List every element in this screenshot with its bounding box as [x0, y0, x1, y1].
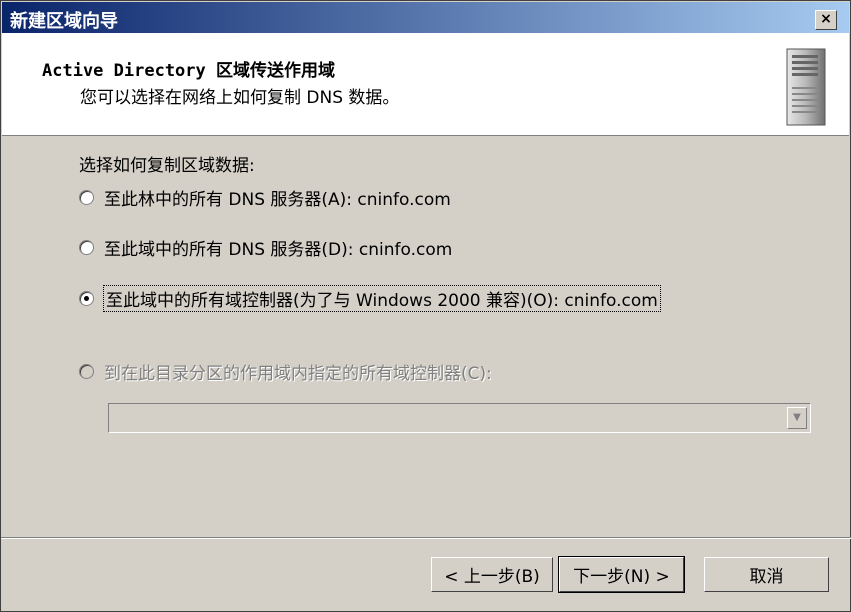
- option-domain-dns[interactable]: 至此域中的所有 DNS 服务器(D): cninfo.com: [79, 235, 452, 260]
- option-label: 至此林中的所有 DNS 服务器(A): cninfo.com: [104, 190, 451, 210]
- header-panel: Active Directory 区域传送作用域 您可以选择在网络上如何复制 D…: [2, 33, 849, 136]
- option-domain-controllers-w2k[interactable]: 至此域中的所有域控制器(为了与 Windows 2000 兼容)(O): cni…: [79, 285, 661, 312]
- option-label: 到在此目录分区的作用域内指定的所有域控制器(C):: [104, 364, 492, 384]
- page-subtitle: 您可以选择在网络上如何复制 DNS 数据。: [80, 88, 400, 108]
- radio-button-selected[interactable]: [79, 291, 94, 306]
- window-title: 新建区域向导: [10, 11, 118, 32]
- cancel-button[interactable]: 取消: [704, 557, 829, 592]
- option-directory-partition: 到在此目录分区的作用域内指定的所有域控制器(C):: [79, 359, 492, 384]
- option-label: 至此域中的所有 DNS 服务器(D): cninfo.com: [104, 240, 453, 260]
- partition-dropdown: ▼: [108, 403, 811, 433]
- replication-prompt: 选择如何复制区域数据:: [79, 156, 255, 176]
- page-title: Active Directory 区域传送作用域: [42, 61, 335, 81]
- back-button[interactable]: < 上一步(B): [431, 557, 553, 592]
- close-button[interactable]: ×: [815, 10, 837, 30]
- option-forest-dns[interactable]: 至此林中的所有 DNS 服务器(A): cninfo.com: [79, 185, 451, 210]
- server-icon: [786, 48, 826, 126]
- option-label: 至此域中的所有域控制器(为了与 Windows 2000 兼容)(O): cni…: [103, 285, 661, 312]
- wizard-window: 新建区域向导 × Active Directory 区域传送作用域 您可以选择在…: [0, 0, 851, 612]
- chevron-down-icon: ▼: [787, 407, 807, 429]
- footer-separator: [1, 537, 851, 539]
- radio-button-disabled: [79, 364, 94, 379]
- radio-button[interactable]: [79, 190, 94, 205]
- next-button[interactable]: 下一步(N) >: [558, 556, 685, 593]
- wizard-content: 选择如何复制区域数据: 至此林中的所有 DNS 服务器(A): cninfo.c…: [1, 137, 851, 537]
- radio-button[interactable]: [79, 240, 94, 255]
- title-bar: 新建区域向导 ×: [2, 2, 849, 33]
